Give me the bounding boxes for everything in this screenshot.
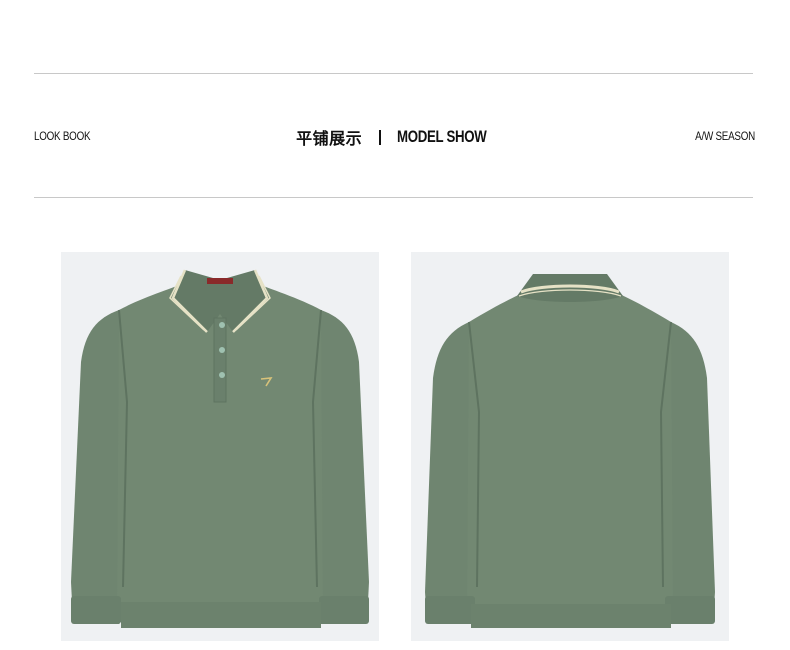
top-divider	[34, 73, 753, 74]
section-title: 平铺展示 MODEL SHOW	[0, 125, 790, 149]
section-title-cn: 平铺展示	[296, 131, 363, 148]
polo-back-illustration	[425, 274, 715, 628]
polo-front-image	[61, 252, 379, 641]
title-separator	[379, 129, 382, 145]
bottom-divider	[34, 197, 753, 198]
season-label: A/W SEASON	[695, 129, 755, 143]
polo-front-illustration	[71, 269, 369, 628]
polo-back-image	[411, 252, 729, 641]
section-title-en: MODEL SHOW	[397, 127, 487, 146]
